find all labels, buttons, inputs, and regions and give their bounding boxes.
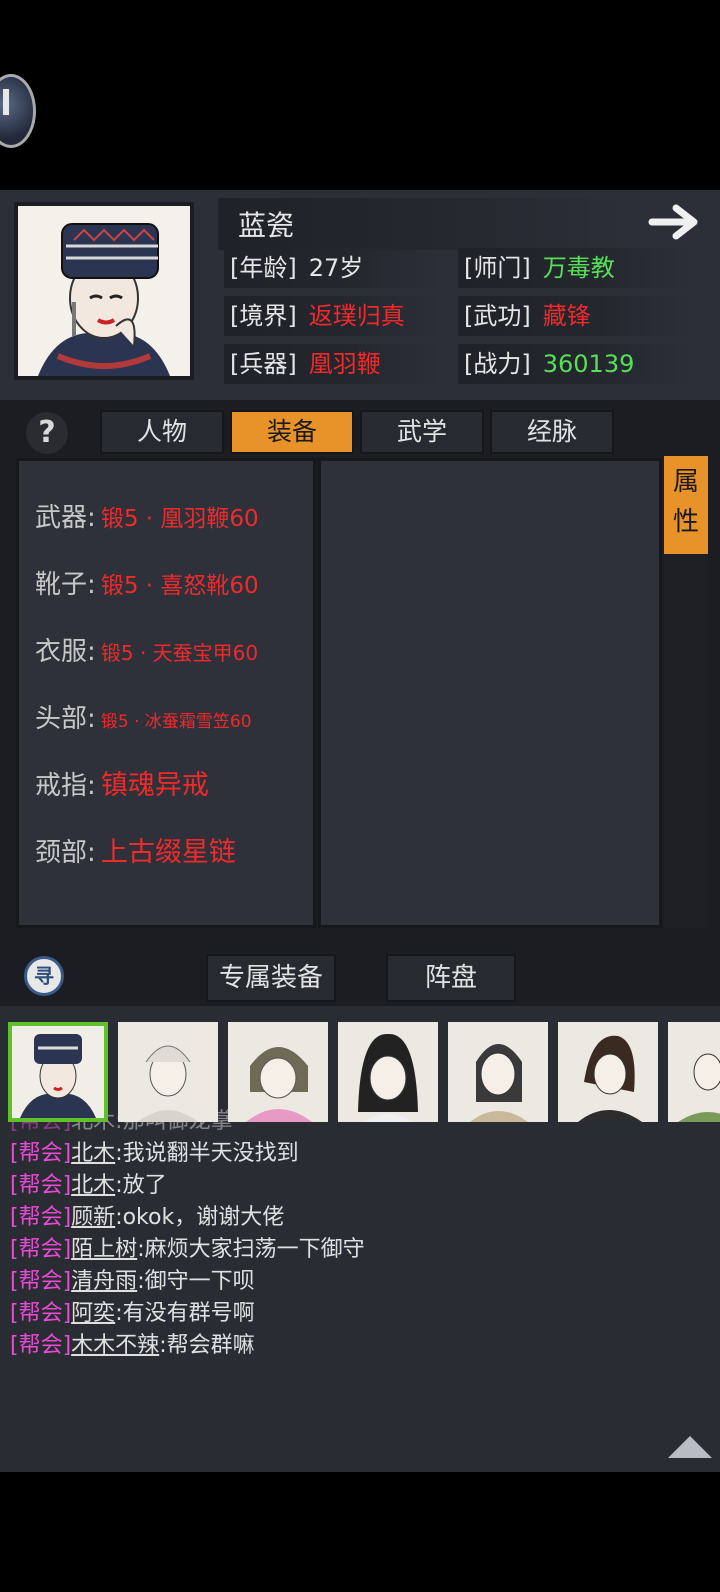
equip-slot-label: 头部: [35,704,96,734]
equip-item-name: 锻5 · 喜怒靴60 [100,573,259,599]
equip-row-clothes[interactable]: 衣服: 锻5 · 天蚕宝甲60 [35,632,258,672]
chat-tag: [帮会] [10,1333,72,1358]
equip-item-name: 锻5 · 冰蚕霜雪笠60 [100,712,252,732]
chat-message: [帮会]清舟雨:御守一下呗 [10,1266,255,1298]
menu-icon [3,89,9,115]
field-label: [战力] [464,350,531,378]
character-profile: 蓝瓷 [年龄] 27岁 [师门] 万毒教 [境界] 返璞归真 [武功] 藏锋 [兵器] 凰… [0,190,720,400]
field-value: 360139 [542,350,635,378]
chat-text: :有没有群号啊 [115,1301,255,1326]
chat-text: :御守一下呗 [137,1269,255,1294]
equip-item-name: 镇魂异戒 [100,770,209,801]
equip-slot-label: 颈部: [35,838,96,868]
equip-slot-label: 靴子: [35,570,96,600]
field-label: [师门] [464,254,531,282]
tab-meridians[interactable]: 经脉 [490,410,614,454]
field-label: [武功] [464,302,531,330]
team-avatar[interactable] [118,1022,218,1122]
chat-tag: [帮会] [10,1269,72,1294]
chat-username[interactable]: 北木 [71,1141,115,1166]
side-strip [664,554,708,928]
chat-tag: [帮会] [10,1173,72,1198]
field-value: 27岁 [308,254,364,282]
chat-message: [帮会]北木:放了 [10,1170,167,1202]
chat-username[interactable]: 清舟雨 [71,1269,137,1294]
help-icon[interactable]: ? [26,412,68,454]
equipment-detail-area [318,458,662,928]
equip-row-head[interactable]: 头部: 锻5 · 冰蚕霜雪笠60 [35,699,252,739]
equipment-panel: ? 人物 装备 武学 经脉 武器: 锻5 · 凰羽鞭60 靴子: 锻5 · 喜怒… [0,400,720,1006]
field-age: [年龄] 27岁 [224,248,440,288]
formation-button[interactable]: 阵盘 [386,954,516,1002]
field-sect: [师门] 万毒教 [458,248,694,288]
chat-tag: [帮会] [10,1205,72,1230]
equip-row-ring[interactable]: 戒指: 镇魂异戒 [35,766,209,806]
field-weapon: [兵器] 凰羽鞭 [224,344,440,384]
chat-panel: [帮会]北木:那叫御龙掌 [帮会]北木:我说翻半天没找到 [帮会]北木:放了 [… [0,1006,720,1472]
chat-message: [帮会]木木不辣:帮会群嘛 [10,1330,255,1362]
team-avatar-row [0,1016,720,1124]
next-arrow-icon[interactable] [648,200,708,244]
chat-message: [帮会]阿奕:有没有群号啊 [10,1298,255,1330]
field-value: 万毒教 [542,254,615,282]
chat-username[interactable]: 木木不辣 [71,1333,159,1358]
equip-slot-label: 武器: [35,503,96,533]
equip-item-name: 锻5 · 天蚕宝甲60 [100,641,259,665]
chat-text: :放了 [115,1173,167,1198]
exclusive-equipment-button[interactable]: 专属装备 [206,954,336,1002]
team-avatar[interactable] [338,1022,438,1122]
tab-character[interactable]: 人物 [100,410,224,454]
character-portrait [14,202,194,380]
field-label: [兵器] [230,350,297,378]
chat-text: :麻烦大家扫荡一下御守 [137,1237,365,1262]
field-martial-art: [武功] 藏锋 [458,296,694,336]
equip-item-name: 上古缀星链 [100,837,236,868]
chat-username[interactable]: 顾新 [71,1205,115,1230]
team-avatar[interactable] [668,1022,720,1122]
side-tab-attributes[interactable]: 属 性 [664,456,708,554]
character-name: 蓝瓷 [238,209,295,242]
equip-slot-label: 衣服: [35,637,96,667]
side-tab-char: 属 [672,467,699,497]
field-label: [境界] [230,302,297,330]
team-avatar[interactable] [448,1022,548,1122]
field-label: [年龄] [230,254,297,282]
team-avatar[interactable] [558,1022,658,1122]
equip-item-name: 锻5 · 凰羽鞭60 [100,506,259,532]
field-realm: [境界] 返璞归真 [224,296,440,336]
chat-username[interactable]: 北木 [71,1173,115,1198]
field-value: 藏锋 [542,302,591,330]
chat-tag: [帮会] [10,1237,72,1262]
equip-slot-label: 戒指: [35,771,96,801]
team-avatar[interactable] [228,1022,328,1122]
team-avatar[interactable] [8,1022,108,1122]
top-black-area [0,0,720,190]
chat-message: [帮会]陌上树:麻烦大家扫荡一下御守 [10,1234,365,1266]
chat-username[interactable]: 阿奕 [71,1301,115,1326]
side-tab-char: 性 [672,507,699,537]
equip-row-boots[interactable]: 靴子: 锻5 · 喜怒靴60 [35,565,259,605]
tab-martial-arts[interactable]: 武学 [360,410,484,454]
chat-tag: [帮会] [10,1141,72,1166]
search-icon[interactable]: 寻 [24,956,64,996]
chat-message: [帮会]北木:我说翻半天没找到 [10,1138,299,1170]
collapse-chat-icon[interactable] [668,1436,712,1458]
equipment-list: 武器: 锻5 · 凰羽鞭60 靴子: 锻5 · 喜怒靴60 衣服: 锻5 · 天… [16,458,316,928]
equip-row-weapon[interactable]: 武器: 锻5 · 凰羽鞭60 [35,498,259,538]
field-value: 凰羽鞭 [308,350,381,378]
field-value: 返璞归真 [308,302,405,330]
chat-message: [帮会]顾新:okok，谢谢大佬 [10,1202,284,1234]
bottom-black-area [0,1472,720,1592]
chat-text: :我说翻半天没找到 [115,1141,299,1166]
tab-equipment[interactable]: 装备 [230,410,354,454]
chat-tag: [帮会] [10,1301,72,1326]
field-combat-power: [战力] 360139 [458,344,694,384]
equip-row-neck[interactable]: 颈部: 上古缀星链 [35,833,236,873]
chat-text: :okok，谢谢大佬 [115,1205,285,1230]
chat-username[interactable]: 陌上树 [71,1237,137,1262]
chat-text: :帮会群嘛 [159,1333,255,1358]
